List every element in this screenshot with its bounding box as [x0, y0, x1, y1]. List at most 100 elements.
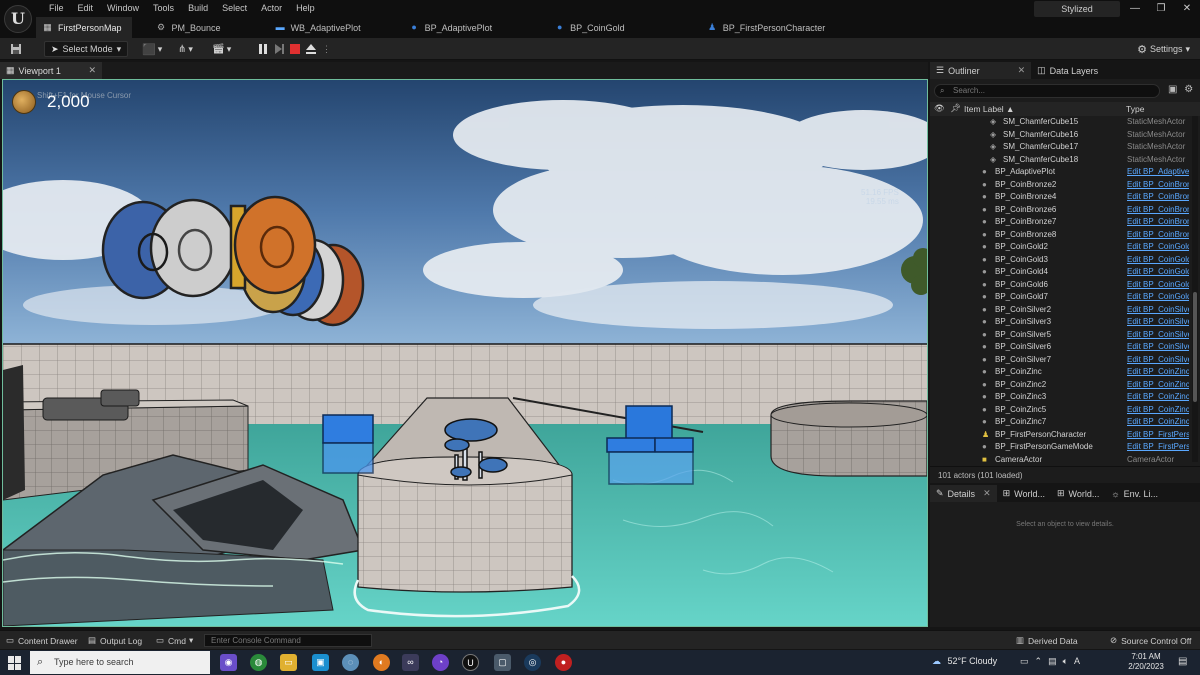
outliner-row[interactable]: ● BP_AdaptivePlot Edit BP_AdaptivePlot	[930, 166, 1192, 179]
edit-blueprint-link[interactable]: Edit BP_CoinGold	[1127, 291, 1189, 304]
notification-icon[interactable]: ▤	[1178, 656, 1187, 667]
tab-env-light-mixer[interactable]: ☼ Env. Li...	[1105, 485, 1164, 502]
output-log-button[interactable]: ▤ Output Log	[88, 634, 142, 647]
app-blender-icon[interactable]: ◐	[373, 654, 390, 671]
edit-blueprint-link[interactable]: Edit BP_CoinZinc	[1127, 379, 1189, 392]
pin-icon[interactable]: 📌︎	[950, 103, 961, 114]
menu-file[interactable]: File	[42, 1, 71, 15]
tab-firstpersonmap[interactable]: ▦ FirstPersonMap	[36, 17, 132, 38]
outliner-row[interactable]: ■ CameraActor CameraActor	[930, 454, 1192, 463]
menu-tools[interactable]: Tools	[146, 1, 181, 15]
eject-icon[interactable]	[306, 44, 316, 54]
menu-select[interactable]: Select	[215, 1, 254, 15]
tray-icon-2[interactable]: ⌃	[1035, 656, 1049, 666]
blueprints-button[interactable]: ⋔ ▾	[178, 41, 193, 57]
tab-wb-adaptiveplot[interactable]: ▬ WB_AdaptivePlot	[269, 17, 371, 38]
menu-actor[interactable]: Actor	[254, 1, 289, 15]
close-icon[interactable]: ✕	[88, 65, 96, 76]
tab-bp-adaptiveplot[interactable]: ● BP_AdaptivePlot	[403, 17, 503, 38]
layout-name-badge[interactable]: Stylized	[1034, 1, 1120, 17]
outliner-row[interactable]: ● BP_CoinGold3 Edit BP_CoinGold	[930, 254, 1192, 267]
outliner-row[interactable]: ● BP_CoinGold2 Edit BP_CoinGold	[930, 241, 1192, 254]
language-icon[interactable]: A	[1074, 656, 1086, 666]
outliner-row[interactable]: ● BP_CoinSilver6 Edit BP_CoinSilver	[930, 341, 1192, 354]
outliner-scrollbar[interactable]	[1192, 116, 1198, 462]
app-store-icon[interactable]: ▣	[312, 654, 329, 671]
edit-blueprint-link[interactable]: Edit BP_CoinBronze	[1127, 216, 1189, 229]
scrollbar-thumb[interactable]	[1193, 292, 1197, 402]
edit-blueprint-link[interactable]: Edit BP_CoinZinc	[1127, 416, 1189, 429]
tab-pm-bounce[interactable]: ⚙ PM_Bounce	[150, 17, 231, 38]
weather-widget[interactable]: ☁ 52°F Cloudy	[932, 656, 997, 667]
edit-blueprint-link[interactable]: Edit BP_CoinSilver	[1127, 354, 1189, 367]
edit-blueprint-link[interactable]: Edit BP_CoinSilver	[1127, 316, 1189, 329]
tab-outliner[interactable]: ☰ Outliner ✕	[930, 62, 1032, 79]
outliner-row[interactable]: ● BP_CoinBronze8 Edit BP_CoinBronze	[930, 229, 1192, 242]
close-icon[interactable]: ✕	[1018, 65, 1026, 76]
outliner-row[interactable]: ● BP_CoinGold6 Edit BP_CoinGold	[930, 279, 1192, 292]
outliner-search-input[interactable]: ⌕ Search...	[934, 84, 1160, 98]
outliner-row[interactable]: ● BP_CoinGold4 Edit BP_CoinGold	[930, 266, 1192, 279]
app-recorder-icon[interactable]: ●	[555, 654, 572, 671]
app-github-icon[interactable]: ◔	[432, 654, 449, 671]
app-unreal-icon[interactable]: U	[462, 654, 479, 671]
outliner-row[interactable]: ● BP_CoinBronze6 Edit BP_CoinBronze	[930, 204, 1192, 217]
outliner-row[interactable]: ● BP_CoinBronze2 Edit BP_CoinBronze	[930, 179, 1192, 192]
edit-blueprint-link[interactable]: Edit BP_CoinBronze	[1127, 229, 1189, 242]
tab-world-settings[interactable]: ⊞ World...	[1051, 485, 1105, 502]
close-icon[interactable]: ✕	[983, 488, 991, 499]
edit-blueprint-link[interactable]: Edit BP_CoinZinc	[1127, 366, 1189, 379]
close-icon[interactable]: ✕	[1174, 0, 1200, 18]
edit-blueprint-link[interactable]: Edit BP_CoinSilver	[1127, 341, 1189, 354]
app-chrome-icon[interactable]: ◍	[250, 654, 267, 671]
edit-blueprint-link[interactable]: Edit BP_CoinBronze	[1127, 179, 1189, 192]
step-icon[interactable]	[274, 44, 284, 54]
tab-world-partition[interactable]: ⊞ World...	[997, 485, 1051, 502]
edit-blueprint-link[interactable]: Edit BP_CoinBronze	[1127, 191, 1189, 204]
edit-blueprint-link[interactable]: Edit BP_AdaptivePlot	[1127, 166, 1189, 179]
outliner-row[interactable]: ● BP_CoinBronze4 Edit BP_CoinBronze	[930, 191, 1192, 204]
outliner-row[interactable]: ● BP_CoinZinc2 Edit BP_CoinZinc	[930, 379, 1192, 392]
cmd-dropdown[interactable]: ▭ Cmd ▾	[156, 634, 193, 647]
outliner-row[interactable]: ● BP_CoinZinc Edit BP_CoinZinc	[930, 366, 1192, 379]
volume-icon[interactable]: 🔈︎	[1063, 656, 1074, 666]
stop-icon[interactable]	[290, 44, 300, 54]
edit-blueprint-link[interactable]: Edit BP_CoinGold	[1127, 254, 1189, 267]
edit-blueprint-link[interactable]: Edit BP_CoinSilver	[1127, 304, 1189, 317]
item-label-column[interactable]: Item Label ▲	[964, 104, 1014, 114]
restore-icon[interactable]: ❐	[1148, 0, 1174, 18]
edit-blueprint-link[interactable]: Edit BP_CoinSilver	[1127, 329, 1189, 342]
content-drawer-button[interactable]: ▭ Content Drawer	[6, 634, 78, 647]
outliner-row[interactable]: ◈ SM_ChamferCube17 StaticMeshActor	[930, 141, 1192, 154]
outliner-row[interactable]: ◈ SM_ChamferCube18 StaticMeshActor	[930, 154, 1192, 167]
outliner-row[interactable]: ● BP_CoinSilver7 Edit BP_CoinSilver	[930, 354, 1192, 367]
console-command-input[interactable]: Enter Console Command	[204, 634, 372, 647]
gear-icon[interactable]: ⚙	[1184, 84, 1193, 95]
tab-bp-coingold[interactable]: ● BP_CoinGold	[548, 17, 635, 38]
menu-window[interactable]: Window	[100, 1, 146, 15]
app-teams-icon[interactable]: ◉	[220, 654, 237, 671]
derived-data-button[interactable]: ▥ Derived Data	[1016, 634, 1078, 647]
edit-blueprint-link[interactable]: Edit BP_FirstPersonGameMode	[1127, 441, 1189, 454]
outliner-row[interactable]: ● BP_CoinBronze7 Edit BP_CoinBronze	[930, 216, 1192, 229]
add-folder-icon[interactable]: ▣	[1168, 84, 1177, 95]
outliner-row[interactable]: ● BP_CoinSilver5 Edit BP_CoinSilver	[930, 329, 1192, 342]
outliner-row[interactable]: ● BP_CoinZinc3 Edit BP_CoinZinc	[930, 391, 1192, 404]
outliner-row[interactable]: ● BP_CoinZinc7 Edit BP_CoinZinc	[930, 416, 1192, 429]
save-icon[interactable]	[10, 41, 22, 57]
outliner-row[interactable]: ◈ SM_ChamferCube16 StaticMeshActor	[930, 129, 1192, 142]
menu-edit[interactable]: Edit	[71, 1, 101, 15]
outliner-row[interactable]: ● BP_CoinZinc5 Edit BP_CoinZinc	[930, 404, 1192, 417]
edit-blueprint-link[interactable]: Edit BP_CoinZinc	[1127, 391, 1189, 404]
edit-blueprint-link[interactable]: Edit BP_CoinBronze	[1127, 204, 1189, 217]
minimize-icon[interactable]: —	[1122, 0, 1148, 18]
app-explorer-icon[interactable]: ▭	[280, 654, 297, 671]
app-window-icon[interactable]: ▢	[494, 654, 511, 671]
outliner-row[interactable]: ● BP_CoinSilver3 Edit BP_CoinSilver	[930, 316, 1192, 329]
app-steam-icon[interactable]: ◎	[524, 654, 541, 671]
app-globe-icon[interactable]: ◌	[342, 654, 359, 671]
taskbar-search-input[interactable]: ⌕ Type here to search	[30, 651, 210, 674]
tab-bp-firstpersoncharacter[interactable]: ♟ BP_FirstPersonCharacter	[701, 17, 836, 38]
app-visual-studio-icon[interactable]: ∞	[402, 654, 419, 671]
edit-blueprint-link[interactable]: Edit BP_CoinGold	[1127, 266, 1189, 279]
